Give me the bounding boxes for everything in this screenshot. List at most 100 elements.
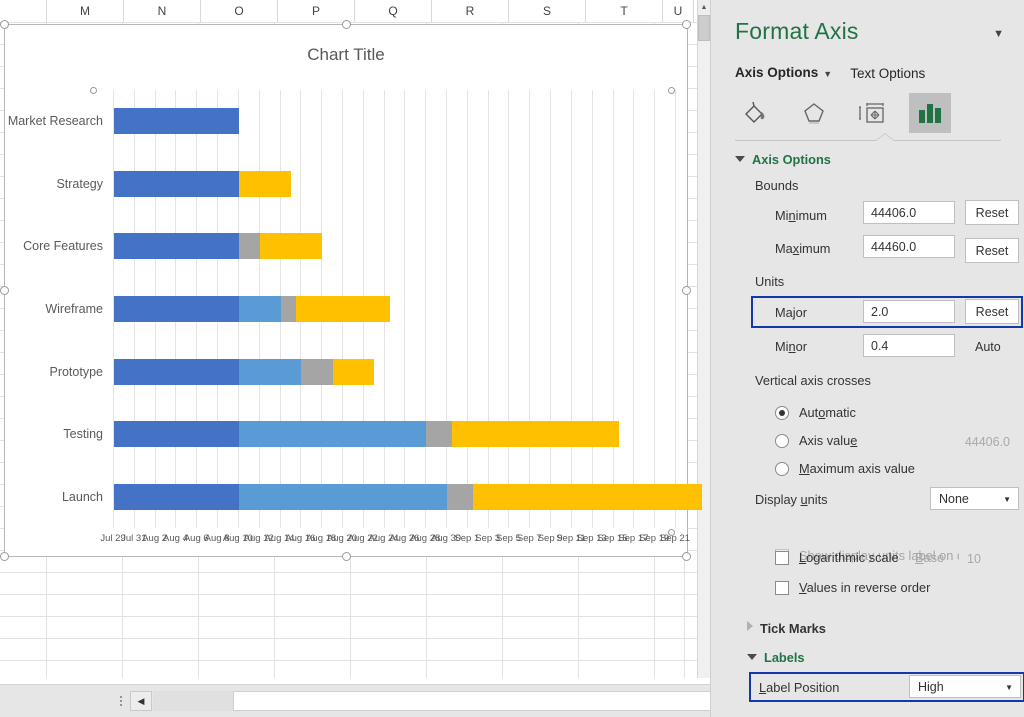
bar-segment[interactable]: [239, 484, 447, 510]
chart-handle-e[interactable]: [682, 286, 691, 295]
fill-line-icon[interactable]: [735, 93, 777, 133]
bar-segment[interactable]: [114, 233, 239, 259]
chart-handle-n[interactable]: [342, 20, 351, 29]
value-axis-labels[interactable]: Jul 29Jul 31Aug 2Aug 4Aug 6Aug 8Aug 10Au…: [113, 533, 693, 551]
axis-handle-start[interactable]: [90, 87, 97, 94]
value-gridline: [404, 90, 405, 528]
tab-axis-options-label: Axis Options: [735, 65, 818, 80]
bar-segment[interactable]: [239, 296, 281, 322]
bar-segment[interactable]: [114, 421, 239, 447]
maximum-input[interactable]: 44460.0: [863, 235, 955, 258]
chevron-down-icon[interactable]: ▼: [1003, 495, 1011, 504]
scroll-up-button[interactable]: ▲: [698, 0, 710, 14]
bar-segment[interactable]: [296, 296, 390, 322]
log-base-input[interactable]: 10: [959, 547, 1019, 570]
log-base-label: Base: [915, 550, 944, 565]
bar-segment[interactable]: [281, 296, 297, 322]
category-label: Strategy: [56, 177, 103, 191]
section-axis-options[interactable]: Axis Options: [735, 152, 831, 167]
category-label: Market Research: [8, 114, 103, 128]
axis-handle-end[interactable]: [668, 87, 675, 94]
chart-handle-nw[interactable]: [0, 20, 9, 29]
bar-segment[interactable]: [114, 108, 239, 134]
column-header-S[interactable]: S: [509, 0, 586, 22]
plot-area[interactable]: Market ResearchStrategyCore FeaturesWire…: [113, 90, 675, 528]
chart-object[interactable]: Chart Title Market ResearchStrategyCore …: [4, 24, 688, 557]
section-tick-marks-label: Tick Marks: [760, 621, 826, 636]
display-units-dropdown[interactable]: None ▼: [930, 487, 1019, 510]
major-reset-button[interactable]: Reset: [965, 299, 1019, 324]
chart-title[interactable]: Chart Title: [5, 45, 687, 65]
column-header-R[interactable]: R: [432, 0, 509, 22]
size-properties-icon[interactable]: [851, 93, 893, 133]
axis-value-input[interactable]: 44406.0: [927, 430, 1019, 453]
bar-segment[interactable]: [333, 359, 375, 385]
radio-automatic[interactable]: [775, 406, 789, 420]
section-labels[interactable]: Labels: [747, 650, 805, 665]
value-gridline: [571, 90, 572, 528]
chevron-down-icon[interactable]: ▼: [1005, 683, 1013, 692]
section-tick-marks[interactable]: Tick Marks: [747, 621, 826, 636]
major-unit-input[interactable]: 2.0: [863, 300, 955, 323]
bar-segment[interactable]: [426, 421, 452, 447]
column-header-T[interactable]: T: [586, 0, 663, 22]
minimum-input[interactable]: 44406.0: [863, 201, 955, 224]
bar-segment[interactable]: [114, 171, 239, 197]
radio-maximum-axis-value[interactable]: [775, 462, 789, 476]
bar-segment[interactable]: [239, 233, 260, 259]
bar-segment[interactable]: [301, 359, 332, 385]
column-header-O[interactable]: O: [201, 0, 278, 22]
chart-handle-w[interactable]: [0, 286, 9, 295]
horizontal-scroll-track[interactable]: [153, 691, 687, 711]
tab-text-options[interactable]: Text Options: [850, 66, 925, 81]
chart-handle-s[interactable]: [342, 552, 351, 561]
chevron-down-icon[interactable]: ▼: [823, 69, 832, 79]
column-headers: MNOPQRSTU: [0, 0, 710, 23]
axis-handle-bottom-end[interactable]: [668, 529, 675, 536]
bar-segment[interactable]: [114, 359, 239, 385]
column-header-N[interactable]: N: [124, 0, 201, 22]
category-label: Wireframe: [45, 302, 103, 316]
split-handle-icon[interactable]: [112, 691, 130, 711]
chart-handle-se[interactable]: [682, 552, 691, 561]
bar-segment[interactable]: [239, 171, 291, 197]
horizontal-scroll-thumb[interactable]: [233, 691, 710, 711]
effects-icon[interactable]: [793, 93, 835, 133]
logarithmic-scale-checkbox[interactable]: [775, 551, 789, 565]
chart-handle-sw[interactable]: [0, 552, 9, 561]
vertical-scroll-thumb[interactable]: [698, 15, 710, 41]
minimum-label: Minimum: [775, 208, 827, 223]
minor-auto-button[interactable]: Auto: [975, 340, 1001, 354]
column-header-U[interactable]: U: [663, 0, 694, 22]
bar-segment[interactable]: [260, 233, 322, 259]
chart-handle-ne[interactable]: [682, 20, 691, 29]
tab-axis-options[interactable]: Axis Options ▼: [735, 64, 832, 82]
triangle-open-icon: [747, 654, 757, 660]
radio-automatic-label: Automatic: [799, 405, 856, 420]
column-header-M[interactable]: M: [47, 0, 124, 22]
maximum-reset-button[interactable]: Reset: [965, 238, 1019, 263]
horizontal-scrollbar[interactable]: ◀ ▶: [0, 684, 710, 717]
column-header-Q[interactable]: Q: [355, 0, 432, 22]
spreadsheet-area: MNOPQRSTU ▲ Chart Title Market ResearchS…: [0, 0, 710, 717]
minor-unit-input[interactable]: 0.4: [863, 334, 955, 357]
bar-segment[interactable]: [114, 484, 239, 510]
minimum-reset-button[interactable]: Reset: [965, 200, 1019, 225]
display-units-label: Display units: [755, 492, 828, 507]
scroll-left-button[interactable]: ◀: [130, 691, 152, 711]
bar-segment[interactable]: [447, 484, 473, 510]
column-header-P[interactable]: P: [278, 0, 355, 22]
values-reverse-order-label: Values in reverse order: [799, 580, 930, 595]
vertical-scrollbar[interactable]: ▲: [697, 0, 710, 678]
values-reverse-order-checkbox[interactable]: [775, 581, 789, 595]
bar-segment[interactable]: [239, 421, 426, 447]
bar-segment[interactable]: [114, 296, 239, 322]
bar-segment[interactable]: [473, 484, 702, 510]
bar-segment[interactable]: [239, 359, 301, 385]
pane-tabs: Axis Options ▼ Text Options: [735, 64, 925, 82]
bar-segment[interactable]: [452, 421, 619, 447]
pane-close-icon[interactable]: ▼: [993, 28, 1004, 40]
axis-options-icon[interactable]: [909, 93, 951, 133]
label-position-dropdown[interactable]: High ▼: [909, 675, 1021, 698]
radio-axis-value[interactable]: [775, 434, 789, 448]
